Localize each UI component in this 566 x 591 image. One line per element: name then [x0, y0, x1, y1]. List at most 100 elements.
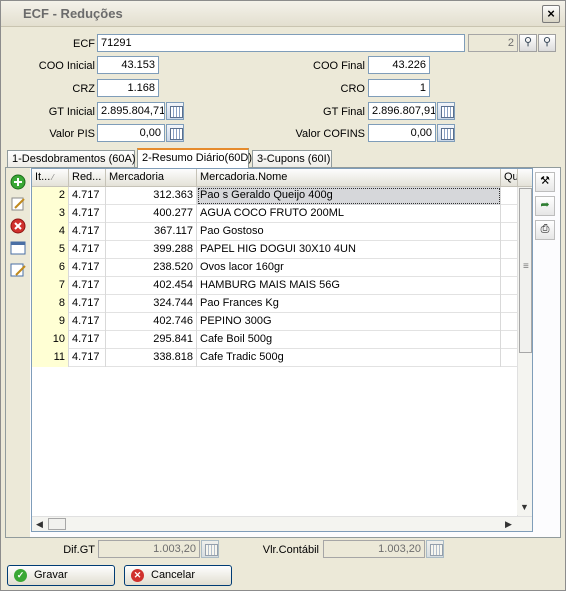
export-button[interactable]: ➦: [535, 196, 555, 216]
scroll-left-arrow-icon[interactable]: ◀: [32, 517, 47, 531]
gt-final-calculator-icon[interactable]: [437, 102, 455, 120]
mercadoria-cell[interactable]: 400.277: [106, 205, 197, 223]
coo-final-field[interactable]: 43.226: [368, 56, 430, 74]
valor-cofins-field[interactable]: 0,00: [368, 124, 436, 142]
quantidade-cell[interactable]: [501, 331, 518, 349]
quantidade-cell[interactable]: [501, 313, 518, 331]
gravar-button[interactable]: ✓ Gravar: [7, 565, 115, 586]
column-header-reducao[interactable]: Red...: [69, 169, 106, 187]
vertical-scrollbar[interactable]: [517, 187, 532, 517]
quantidade-cell[interactable]: [501, 349, 518, 367]
valor-pis-field[interactable]: 0,00: [97, 124, 165, 142]
reducao-cell[interactable]: 4.717: [69, 223, 106, 241]
mercadoria-cell[interactable]: 399.288: [106, 241, 197, 259]
table-row[interactable]: 3 4.717 400.277 AGUA COCO FRUTO 200ML: [32, 205, 518, 223]
tab-desdobramentos[interactable]: 1-Desdobramentos (60A): [7, 150, 136, 168]
view-row-button[interactable]: [10, 240, 28, 258]
mercadoria-cell[interactable]: 238.520: [106, 259, 197, 277]
table-row[interactable]: 10 4.717 295.841 Cafe Boil 500g: [32, 331, 518, 349]
item-cell[interactable]: 8: [32, 295, 69, 313]
horizontal-scroll-thumb[interactable]: [48, 518, 66, 530]
table-row[interactable]: 6 4.717 238.520 Ovos lacor 160gr: [32, 259, 518, 277]
scroll-right-arrow-icon[interactable]: ▶: [501, 517, 516, 531]
reducao-cell[interactable]: 4.717: [69, 313, 106, 331]
column-header-mercadoria[interactable]: Mercadoria: [106, 169, 197, 187]
table-row[interactable]: 8 4.717 324.744 Pao Frances Kg: [32, 295, 518, 313]
search-clear-button[interactable]: ⚲: [538, 34, 556, 52]
mercadoria-nome-cell[interactable]: PEPINO 300G: [197, 313, 501, 331]
reducao-cell[interactable]: 4.717: [69, 187, 106, 205]
valor-pis-calculator-icon[interactable]: [166, 124, 184, 142]
item-cell[interactable]: 3: [32, 205, 69, 223]
table-row[interactable]: 11 4.717 338.818 Cafe Tradic 500g: [32, 349, 518, 367]
mercadoria-cell[interactable]: 295.841: [106, 331, 197, 349]
table-row[interactable]: 9 4.717 402.746 PEPINO 300G: [32, 313, 518, 331]
item-cell[interactable]: 5: [32, 241, 69, 259]
reducao-cell[interactable]: 4.717: [69, 259, 106, 277]
gt-inicial-field[interactable]: 2.895.804,71: [97, 102, 165, 120]
horizontal-scrollbar[interactable]: ◀ ▶: [32, 516, 532, 531]
mercadoria-nome-cell[interactable]: PAPEL HIG DOGUI 30X10 4UN: [197, 241, 501, 259]
mercadoria-cell[interactable]: 367.117: [106, 223, 197, 241]
quantidade-cell[interactable]: [501, 277, 518, 295]
table-row[interactable]: 4 4.717 367.117 Pao Gostoso: [32, 223, 518, 241]
quantidade-cell[interactable]: [501, 187, 518, 205]
table-row[interactable]: 5 4.717 399.288 PAPEL HIG DOGUI 30X10 4UN: [32, 241, 518, 259]
print-button[interactable]: ⎙: [535, 220, 555, 240]
reducao-cell[interactable]: 4.717: [69, 331, 106, 349]
item-cell[interactable]: 2: [32, 187, 69, 205]
add-row-button[interactable]: [10, 174, 28, 192]
mercadoria-nome-cell[interactable]: Cafe Boil 500g: [197, 331, 501, 349]
quantidade-cell[interactable]: [501, 295, 518, 313]
vertical-scroll-thumb[interactable]: [519, 188, 532, 353]
reducao-cell[interactable]: 4.717: [69, 277, 106, 295]
delete-row-button[interactable]: [10, 218, 28, 236]
column-header-quantidade[interactable]: Qu: [501, 169, 518, 187]
reducao-cell[interactable]: 4.717: [69, 349, 106, 367]
column-header-mercadoria-nome[interactable]: Mercadoria.Nome: [197, 169, 501, 187]
reducao-cell[interactable]: 4.717: [69, 205, 106, 223]
search-button[interactable]: ⚲: [519, 34, 537, 52]
quantidade-cell[interactable]: [501, 223, 518, 241]
scroll-down-arrow-icon[interactable]: ▼: [517, 500, 532, 515]
cro-field[interactable]: 1: [368, 79, 430, 97]
cancelar-button[interactable]: ✕ Cancelar: [124, 565, 232, 586]
item-cell[interactable]: 10: [32, 331, 69, 349]
item-cell[interactable]: 11: [32, 349, 69, 367]
mercadoria-nome-cell[interactable]: AGUA COCO FRUTO 200ML: [197, 205, 501, 223]
mercadoria-nome-cell[interactable]: Pao Frances Kg: [197, 295, 501, 313]
gt-final-field[interactable]: 2.896.807,91: [368, 102, 436, 120]
mercadoria-cell[interactable]: 402.454: [106, 277, 197, 295]
quantidade-cell[interactable]: [501, 241, 518, 259]
gt-inicial-calculator-icon[interactable]: [166, 102, 184, 120]
tab-cupons[interactable]: 3-Cupons (60I): [252, 150, 332, 168]
table-row[interactable]: 7 4.717 402.454 HAMBURG MAIS MAIS 56G: [32, 277, 518, 295]
grid-tools-button[interactable]: ⚒: [535, 172, 555, 192]
detail-row-button[interactable]: [10, 262, 28, 280]
reducao-cell[interactable]: 4.717: [69, 241, 106, 259]
mercadoria-cell[interactable]: 338.818: [106, 349, 197, 367]
mercadoria-nome-cell[interactable]: Pao Gostoso: [197, 223, 501, 241]
item-cell[interactable]: 7: [32, 277, 69, 295]
column-header-item[interactable]: It... ⁄: [32, 169, 69, 187]
edit-row-button[interactable]: [10, 196, 28, 214]
table-row[interactable]: 2 4.717 312.363 Pao s Geraldo Queijo 400g: [32, 187, 518, 205]
valor-cofins-calculator-icon[interactable]: [437, 124, 455, 142]
quantidade-cell[interactable]: [501, 259, 518, 277]
item-cell[interactable]: 4: [32, 223, 69, 241]
ecf-field[interactable]: 71291: [97, 34, 465, 52]
mercadoria-cell[interactable]: 324.744: [106, 295, 197, 313]
reducao-cell[interactable]: 4.717: [69, 295, 106, 313]
mercadoria-nome-cell[interactable]: HAMBURG MAIS MAIS 56G: [197, 277, 501, 295]
mercadoria-cell[interactable]: 402.746: [106, 313, 197, 331]
tab-resumo-diario[interactable]: 2-Resumo Diário(60D): [137, 148, 252, 168]
mercadoria-cell[interactable]: 312.363: [106, 187, 197, 205]
item-cell[interactable]: 9: [32, 313, 69, 331]
items-grid[interactable]: It... ⁄ Red... Mercadoria Mercadoria.Nome…: [31, 168, 533, 532]
mercadoria-nome-cell[interactable]: Pao s Geraldo Queijo 400g: [197, 187, 501, 205]
mercadoria-nome-cell[interactable]: Cafe Tradic 500g: [197, 349, 501, 367]
mercadoria-nome-cell[interactable]: Ovos lacor 160gr: [197, 259, 501, 277]
close-button[interactable]: ×: [542, 5, 560, 23]
coo-inicial-field[interactable]: 43.153: [97, 56, 159, 74]
quantidade-cell[interactable]: [501, 205, 518, 223]
